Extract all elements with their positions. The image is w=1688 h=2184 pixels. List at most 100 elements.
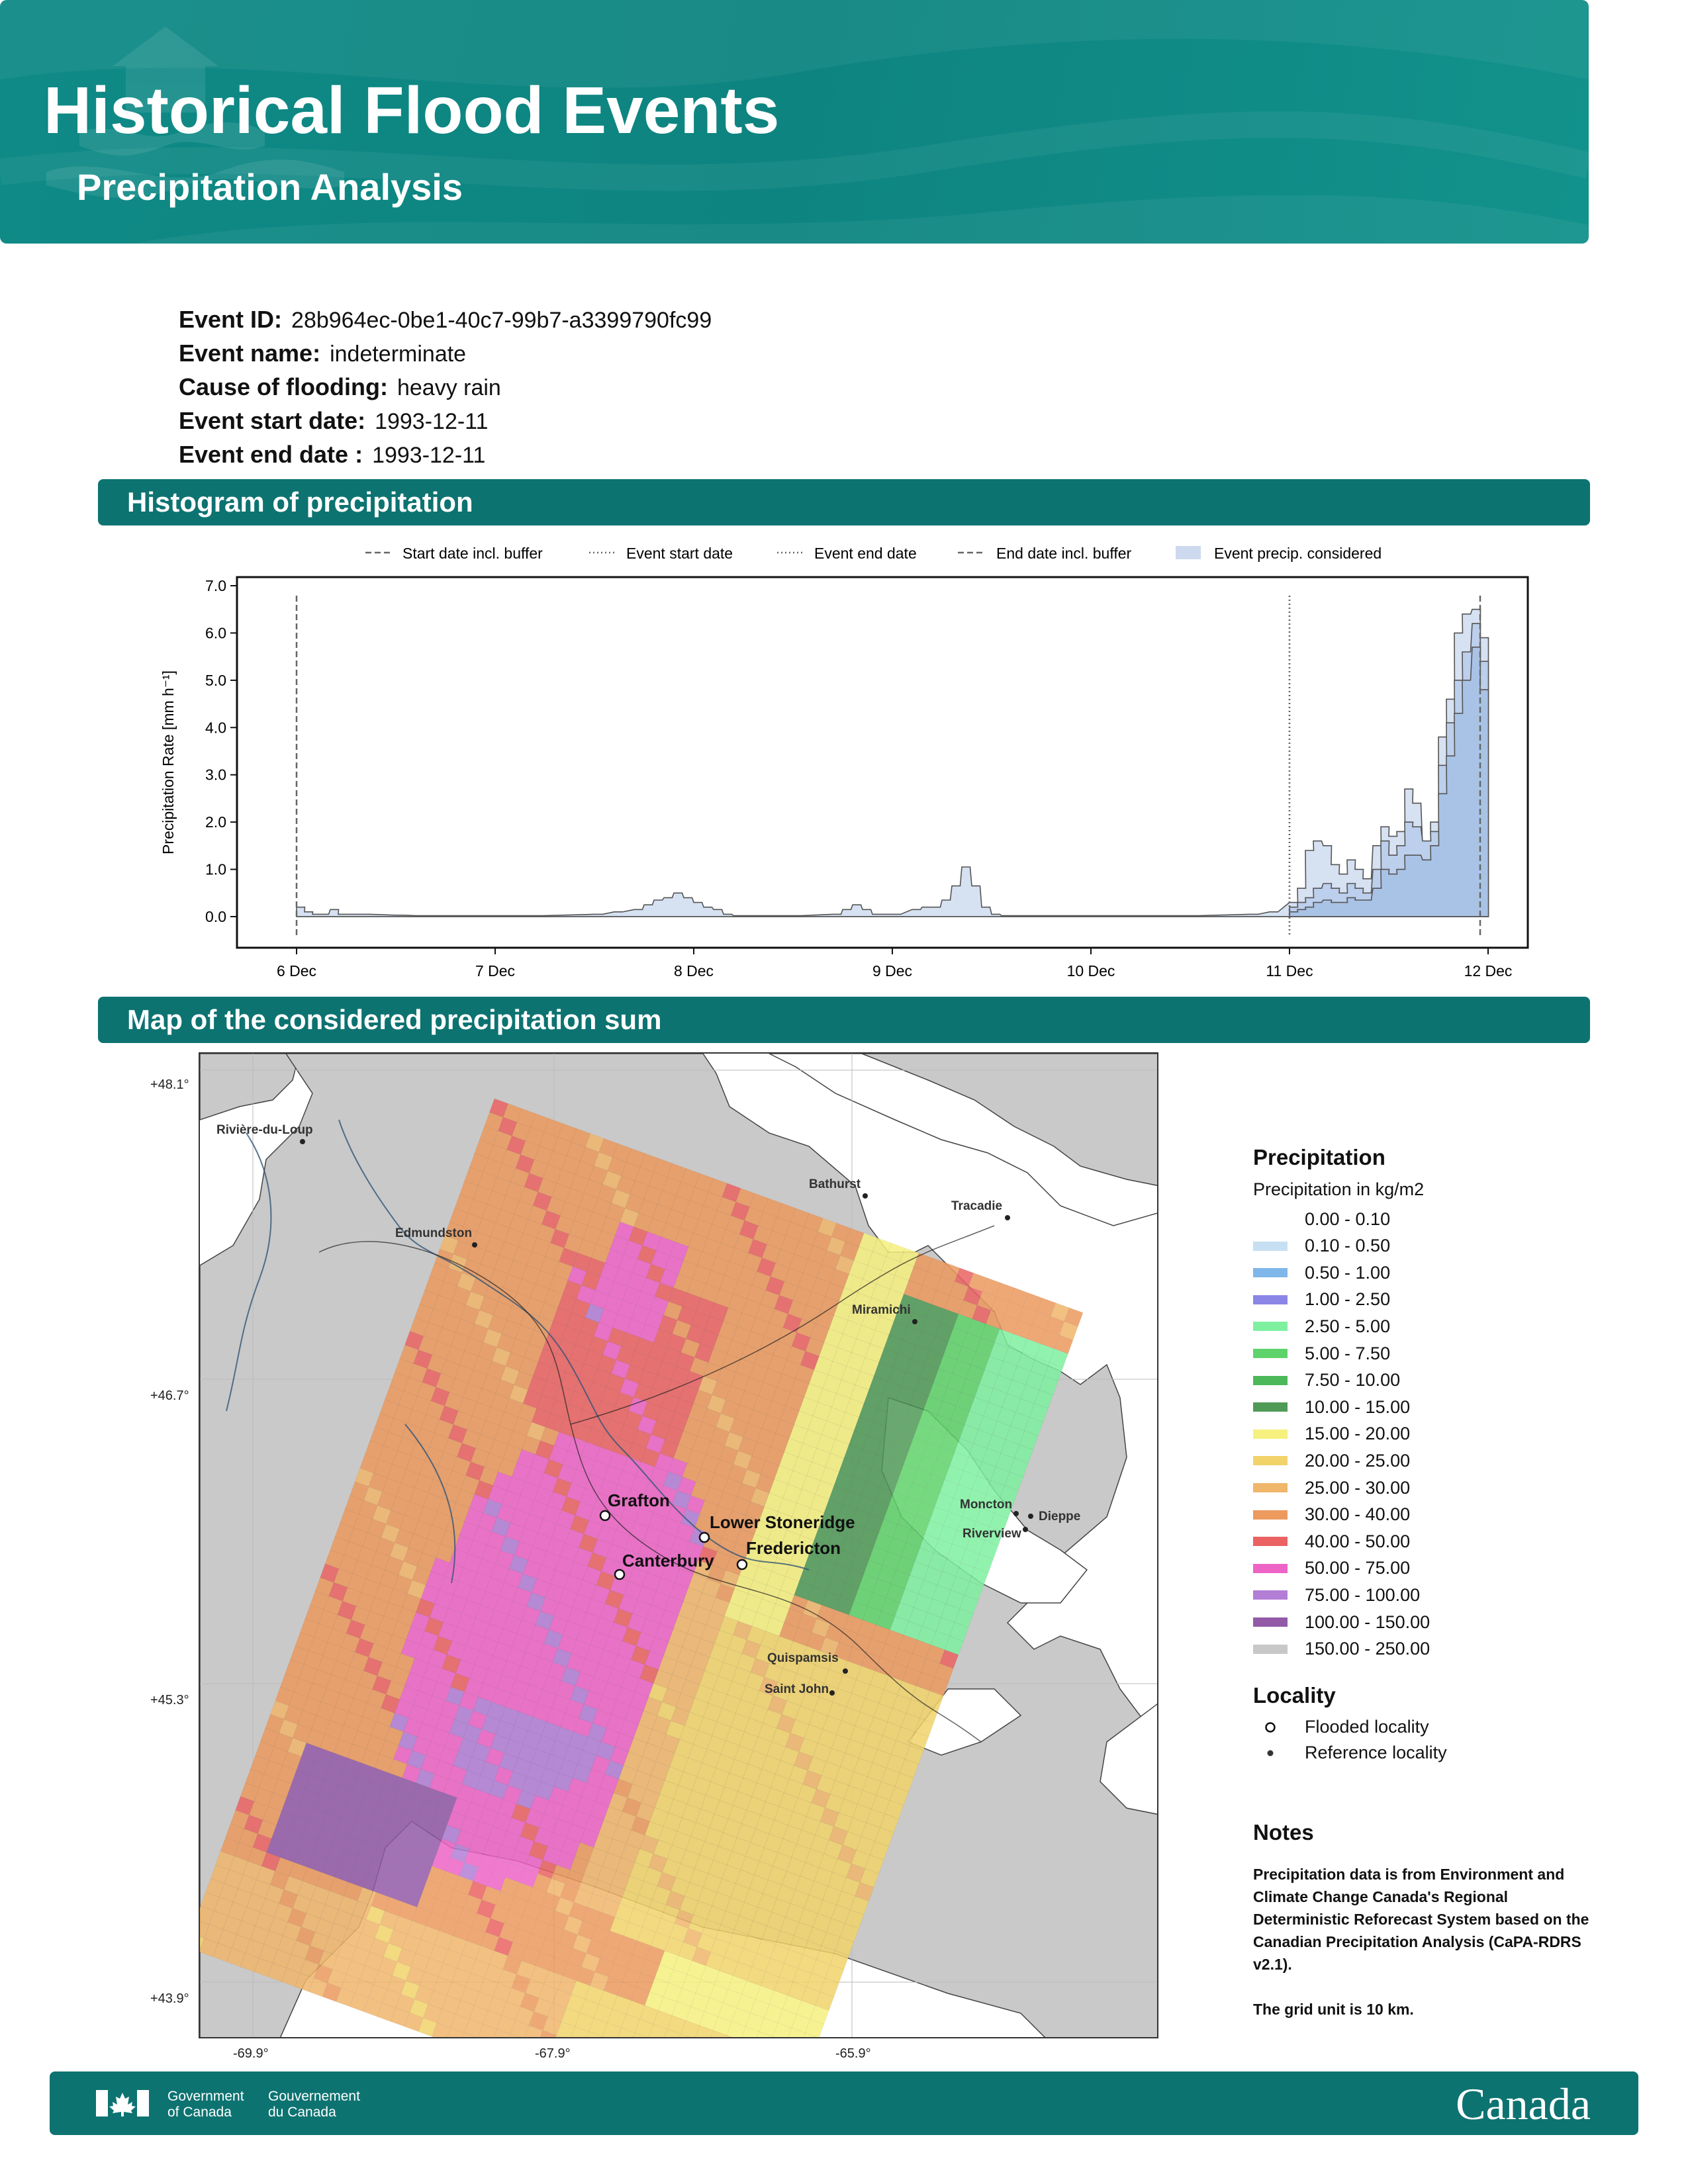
- flooded-locality-icon: [1253, 1721, 1288, 1734]
- precipitation-swatch: [1253, 1429, 1288, 1439]
- y-tick-label: 0.0: [205, 908, 226, 925]
- precipitation-class: 30.00 - 40.00: [1253, 1502, 1410, 1528]
- reference-place-label: Rivière-du-Loup: [216, 1123, 313, 1137]
- map-section-title: Map of the considered precipitation sum: [98, 997, 1590, 1043]
- precipitation-class-label: 50.00 - 75.00: [1305, 1558, 1411, 1578]
- precipitation-class-label: 150.00 - 250.00: [1305, 1639, 1430, 1659]
- precipitation-swatch: [1253, 1214, 1288, 1224]
- precipitation-class: 50.00 - 75.00: [1253, 1555, 1410, 1582]
- precipitation-swatch: [1253, 1483, 1288, 1492]
- precipitation-class-label: 7.50 - 10.00: [1305, 1370, 1401, 1390]
- x-tick-label: 9 Dec: [872, 962, 912, 979]
- precipitation-swatch: [1253, 1402, 1288, 1412]
- lat-label-3: +45.3°: [150, 1693, 189, 1707]
- precipitation-legend-subtitle: Precipitation in kg/m2: [1253, 1179, 1425, 1199]
- reference-place-dot: [1005, 1215, 1010, 1220]
- precipitation-class: 1.00 - 2.50: [1253, 1287, 1390, 1313]
- precipitation-swatch: [1253, 1644, 1288, 1654]
- precipitation-swatch: [1253, 1241, 1288, 1251]
- precipitation-class: 20.00 - 25.00: [1253, 1447, 1410, 1474]
- notes-title: Notes: [1253, 1820, 1314, 1844]
- legend-start-buffer: Start date incl. buffer: [402, 545, 543, 562]
- y-tick-label: 2.0: [205, 813, 226, 831]
- notes-grid-unit: The grid unit is 10 km.: [1253, 2001, 1414, 2018]
- gov-french: Gouvernement du Canada: [268, 2089, 360, 2120]
- x-tick-label: 10 Dec: [1067, 962, 1115, 979]
- reference-place-label: Dieppe: [1039, 1510, 1080, 1524]
- precipitation-class: 0.50 - 1.00: [1253, 1259, 1390, 1286]
- legend-end-buffer: End date incl. buffer: [996, 545, 1131, 562]
- flooded-place-label: Lower Stoneridge: [710, 1512, 855, 1532]
- reference-place-label: Moncton: [960, 1498, 1012, 1512]
- flooded-place-marker: [736, 1559, 748, 1570]
- histogram-series: [296, 608, 1489, 917]
- gov-english: Government of Canada: [167, 2089, 244, 2120]
- reference-place-label: Saint John: [765, 1682, 829, 1696]
- precipitation-class: 10.00 - 15.00: [1253, 1394, 1410, 1420]
- precipitation-swatch: [1253, 1349, 1288, 1358]
- flooded-place-marker: [599, 1510, 611, 1522]
- y-tick-label: 5.0: [205, 672, 226, 689]
- y-tick-label: 3.0: [205, 766, 226, 784]
- precipitation-class: 75.00 - 100.00: [1253, 1582, 1420, 1608]
- lat-label-4: +43.9°: [150, 1991, 189, 2006]
- histogram-series-1: [296, 608, 1489, 917]
- y-tick-label: 1.0: [205, 861, 226, 878]
- lat-label-2: +46.7°: [150, 1388, 189, 1403]
- x-ticks: 6 Dec 7 Dec 8 Dec 9 Dec 10 Dec 11 Dec 12 Dec: [277, 948, 1512, 979]
- flooded-place-marker: [698, 1531, 710, 1543]
- precipitation-swatch: [1253, 1537, 1288, 1547]
- reference-locality-label: Reference locality: [1305, 1743, 1447, 1762]
- y-tick-label: 7.0: [205, 577, 226, 594]
- precipitation-class: 7.50 - 10.00: [1253, 1367, 1400, 1394]
- histogram-legend: Start date incl. buffer Event start date…: [365, 545, 1382, 562]
- precipitation-class: 25.00 - 30.00: [1253, 1475, 1410, 1501]
- reference-place-dot: [829, 1690, 835, 1696]
- legend-considered-swatch: [1176, 546, 1201, 559]
- precipitation-histogram: Start date incl. buffer Event start date…: [160, 545, 1529, 979]
- y-tick-label: 6.0: [205, 624, 226, 641]
- precipitation-class: 2.50 - 5.00: [1253, 1313, 1390, 1340]
- x-tick-label: 11 Dec: [1266, 962, 1313, 979]
- precipitation-swatch: [1253, 1268, 1288, 1278]
- reference-place-dot: [863, 1193, 868, 1199]
- legend-event-start: Event start date: [626, 545, 733, 562]
- precipitation-swatch: [1253, 1456, 1288, 1466]
- precipitation-swatch: [1253, 1322, 1288, 1332]
- reference-place-dot: [1023, 1527, 1028, 1532]
- reference-place-dot: [912, 1319, 917, 1324]
- locality-legend-title: Locality: [1253, 1683, 1336, 1707]
- precipitation-class: 100.00 - 150.00: [1253, 1609, 1430, 1635]
- lon-label-2: -67.9°: [535, 2046, 571, 2061]
- legend-considered: Event precip. considered: [1214, 545, 1382, 562]
- precipitation-class: 5.00 - 7.50: [1253, 1340, 1390, 1367]
- reference-place-dot: [300, 1139, 305, 1144]
- legend-reference-locality: Reference locality: [1253, 1743, 1447, 1763]
- canada-flag-icon: [96, 2090, 149, 2116]
- flooded-place-label: Fredericton: [746, 1538, 841, 1558]
- precipitation-swatch: [1253, 1617, 1288, 1627]
- lon-label-1: -69.9°: [233, 2046, 269, 2061]
- precipitation-class-label: 20.00 - 25.00: [1305, 1450, 1411, 1471]
- reference-place-label: Tracadie: [951, 1199, 1002, 1213]
- canada-wordmark: Canada: [1456, 2079, 1591, 2129]
- y-axis-label: Precipitation Rate [mm h⁻¹]: [160, 670, 177, 854]
- precipitation-swatch: [1253, 1590, 1288, 1600]
- flooded-place-label: Canterbury: [622, 1551, 714, 1570]
- precipitation-class-label: 5.00 - 7.50: [1305, 1343, 1391, 1363]
- flooded-place-marker: [614, 1569, 626, 1580]
- precipitation-class-label: 0.50 - 1.00: [1305, 1262, 1391, 1283]
- precipitation-swatch: [1253, 1295, 1288, 1304]
- precipitation-map: Rivière-du-Loup Edmundston Bathurst Tracadi…: [199, 1052, 1158, 2038]
- precipitation-legend-title: Precipitation: [1253, 1145, 1385, 1169]
- precipitation-class-label: 0.00 - 0.10: [1305, 1208, 1391, 1229]
- reference-place-dot: [843, 1668, 848, 1674]
- flooded-locality-label: Flooded locality: [1305, 1717, 1429, 1737]
- reference-place-dot: [1013, 1511, 1019, 1516]
- reference-place-label: Miramichi: [852, 1303, 911, 1317]
- notes-source: Precipitation data is from Environment a…: [1253, 1866, 1589, 1973]
- precipitation-class-label: 0.10 - 0.50: [1305, 1236, 1391, 1256]
- precipitation-swatch: [1253, 1563, 1288, 1573]
- x-tick-label: 8 Dec: [674, 962, 714, 979]
- lon-label-3: -65.9°: [835, 2046, 871, 2061]
